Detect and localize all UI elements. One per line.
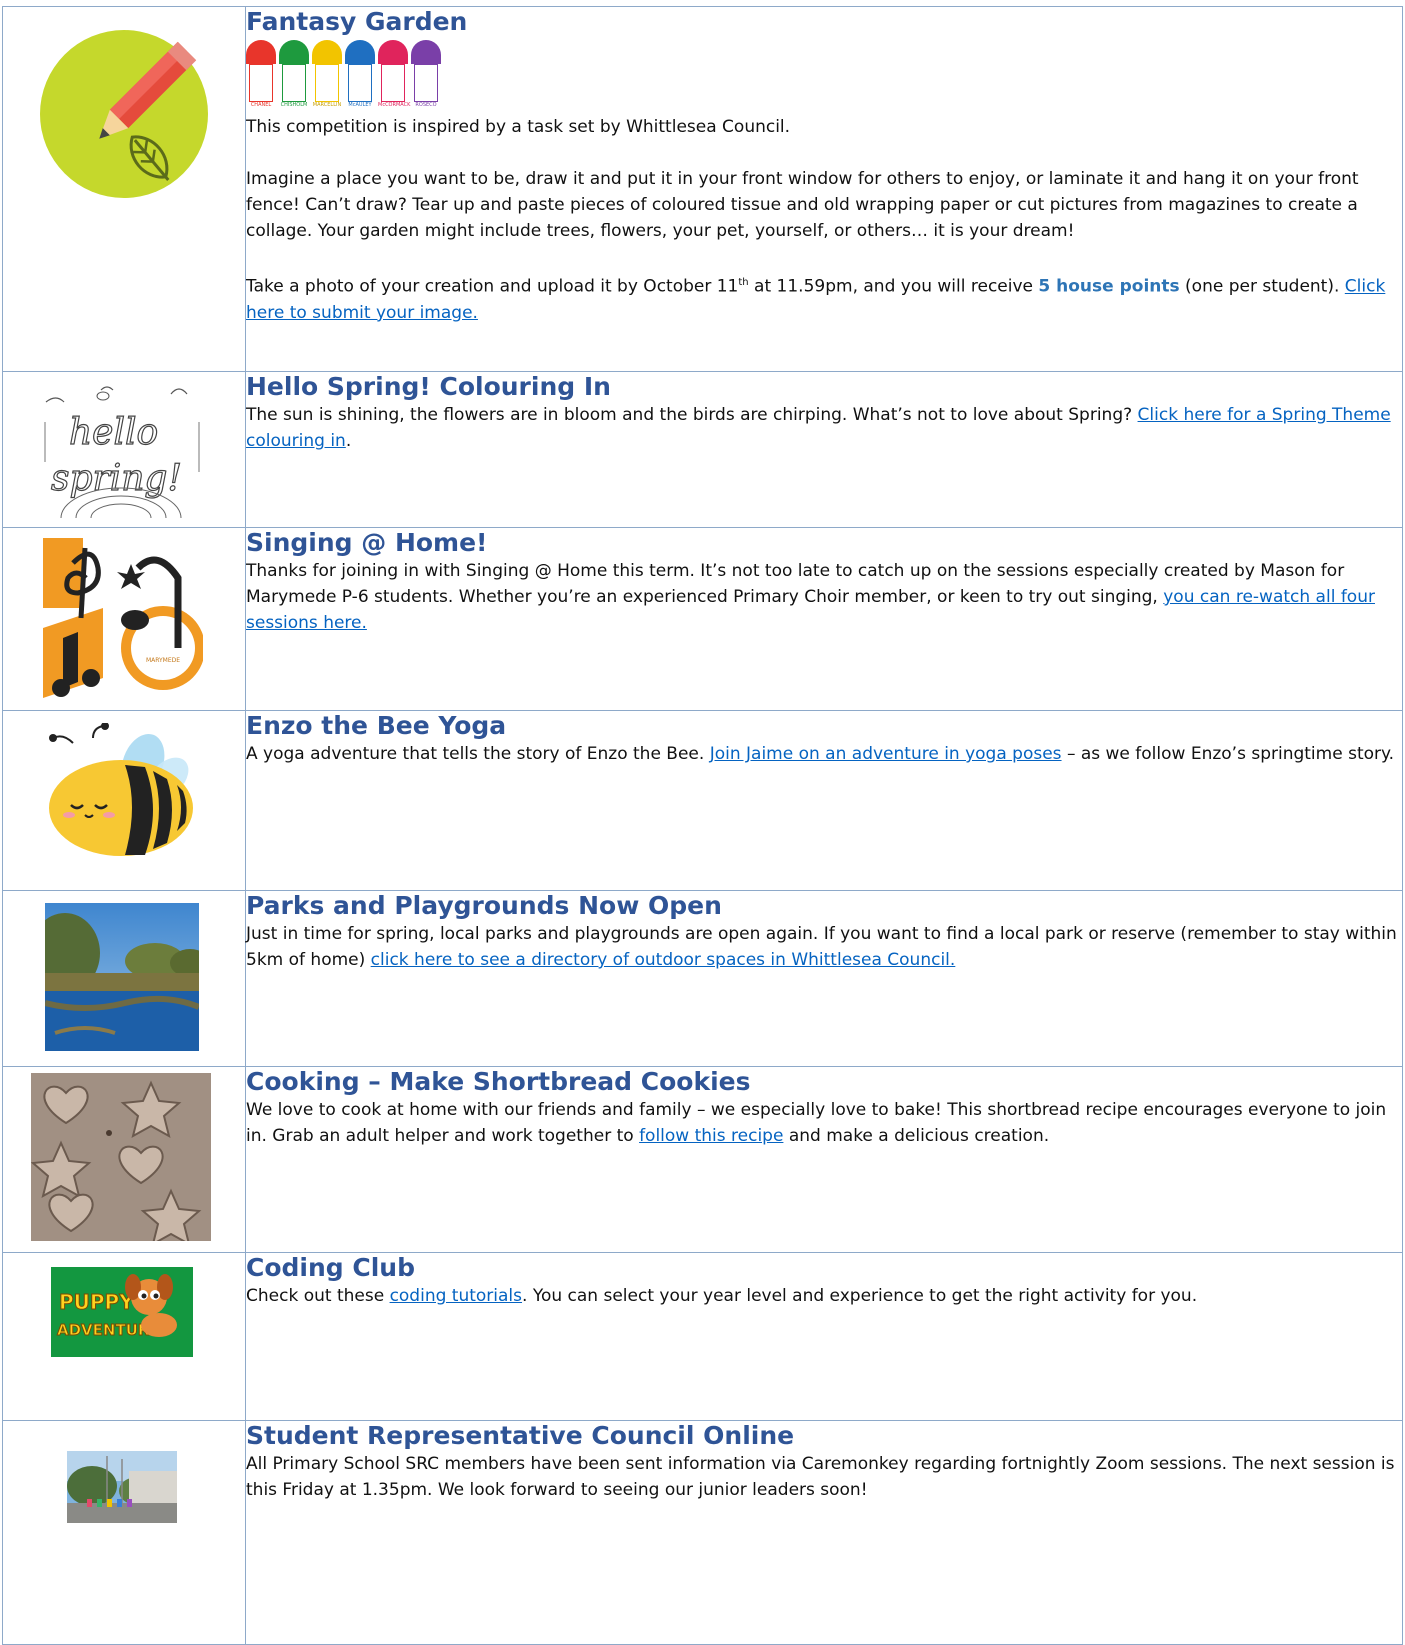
house-name: CHISHOLM	[280, 102, 308, 108]
paragraph: The sun is shining, the flowers are in b…	[246, 402, 1402, 454]
paragraph: Take a photo of your creation and upload…	[246, 270, 1402, 326]
image-cell	[2, 6, 246, 372]
activity-row-bee-yoga: Enzo the Bee Yoga A yoga adventure that …	[2, 710, 1403, 891]
activity-title: Coding Club	[246, 1253, 415, 1282]
music-notes-image: MARYMEDE	[43, 538, 203, 702]
cookies-photo	[31, 1073, 211, 1241]
text-span: Take a photo of your creation and upload…	[246, 276, 739, 297]
activity-row-src: Student Representative Council Online Al…	[2, 1420, 1403, 1645]
activity-title: Singing @ Home!	[246, 528, 488, 557]
house-name: McAULEY	[348, 102, 372, 108]
text-span: and make a delicious creation.	[783, 1126, 1050, 1146]
house-crest: CHANEL	[246, 40, 276, 112]
paragraph: All Primary School SRC members have been…	[246, 1454, 1395, 1500]
text-cell: Student Representative Council Online Al…	[245, 1420, 1403, 1645]
superscript: th	[738, 277, 749, 288]
activity-row-coding: PUPPY ADVENTURE Coding Club Check out th…	[2, 1252, 1403, 1421]
house-crest: McAULEY	[345, 40, 375, 112]
house-name: CHANEL	[250, 102, 272, 108]
text-span: – as we follow Enzo’s springtime story.	[1061, 744, 1395, 764]
house-points-bold: 5 house points	[1038, 276, 1180, 297]
activity-title: Fantasy Garden	[246, 7, 468, 36]
paragraph: Imagine a place you want to be, draw it …	[246, 169, 1359, 241]
pencil-leaf-icon	[40, 30, 208, 198]
text-cell: Enzo the Bee Yoga A yoga adventure that …	[245, 710, 1403, 891]
coding-tutorials-link[interactable]: coding tutorials	[390, 1286, 522, 1306]
image-cell: PUPPY ADVENTURE	[2, 1252, 246, 1421]
image-text: MARYMEDE	[146, 657, 180, 664]
text-cell: Coding Club Check out these coding tutor…	[245, 1252, 1403, 1421]
house-name: ROSECO	[415, 102, 437, 108]
paragraph: A yoga adventure that tells the story of…	[246, 741, 1402, 767]
text-cell: Cooking – Make Shortbread Cookies We lov…	[245, 1066, 1403, 1253]
text-cell: Singing @ Home! Thanks for joining in wi…	[245, 527, 1403, 711]
hello-spring-colouring-image: hello spring!	[41, 382, 203, 518]
house-crest: MARCELLIN	[312, 40, 342, 112]
text-span: .	[345, 431, 352, 451]
activity-title: Parks and Playgrounds Now Open	[246, 891, 722, 920]
house-crest: CHISHOLM	[279, 40, 309, 112]
text-cell: Parks and Playgrounds Now Open Just in t…	[245, 890, 1403, 1067]
activity-row-singing: MARYMEDE Singing @ Home! Thanks for join…	[2, 527, 1403, 711]
image-text: spring!	[51, 458, 182, 499]
yoga-poses-link[interactable]: Join Jaime on an adventure in yoga poses	[710, 744, 1062, 764]
image-cell	[2, 890, 246, 1067]
paragraph: This competition is inspired by a task s…	[246, 117, 791, 137]
text-span: (one per student).	[1179, 276, 1345, 297]
school-photo	[67, 1451, 177, 1523]
house-name: McCORMACK	[378, 102, 411, 108]
text-span: . You can select your year level and exp…	[522, 1286, 1198, 1306]
image-cell: MARYMEDE	[2, 527, 246, 711]
activities-table: Fantasy Garden CHANEL CHISHOLM MARCELLIN…	[2, 6, 1403, 1645]
outdoor-spaces-link[interactable]: click here to see a directory of outdoor…	[371, 950, 956, 970]
text-span: Check out these	[246, 1286, 390, 1306]
activity-title: Hello Spring! Colouring In	[246, 372, 611, 401]
text-span: A yoga adventure that tells the story of…	[246, 744, 710, 764]
activity-row-parks: Parks and Playgrounds Now Open Just in t…	[2, 890, 1403, 1067]
text-span: The sun is shining, the flowers are in b…	[246, 405, 1138, 425]
paragraph: Thanks for joining in with Singing @ Hom…	[246, 558, 1402, 636]
park-photo	[45, 903, 199, 1051]
activity-title: Cooking – Make Shortbread Cookies	[246, 1067, 751, 1096]
activity-title: Student Representative Council Online	[246, 1421, 795, 1450]
bee-image	[43, 723, 203, 863]
image-cell	[2, 710, 246, 891]
house-crest: ROSECO	[411, 40, 441, 112]
text-span: at 11.59pm, and you will receive	[748, 276, 1039, 297]
activity-row-fantasy-garden: Fantasy Garden CHANEL CHISHOLM MARCELLIN…	[2, 6, 1403, 372]
house-name: MARCELLIN	[312, 102, 342, 108]
paragraph: Just in time for spring, local parks and…	[246, 921, 1402, 973]
paragraph: Check out these coding tutorials. You ca…	[246, 1283, 1402, 1309]
image-cell: hello spring!	[2, 371, 246, 528]
puppy-adventure-image: PUPPY ADVENTURE	[51, 1267, 193, 1357]
house-crest: McCORMACK	[378, 40, 411, 112]
image-cell	[2, 1420, 246, 1645]
paragraph: We love to cook at home with our friends…	[246, 1097, 1402, 1149]
text-cell: Fantasy Garden CHANEL CHISHOLM MARCELLIN…	[245, 6, 1403, 372]
image-cell	[2, 1066, 246, 1253]
activity-row-cooking: Cooking – Make Shortbread Cookies We lov…	[2, 1066, 1403, 1253]
image-text: PUPPY	[59, 1290, 134, 1314]
image-text: hello	[69, 412, 158, 453]
activity-row-hello-spring: hello spring! Hello Spring! Colouring In…	[2, 371, 1403, 528]
recipe-link[interactable]: follow this recipe	[639, 1126, 783, 1146]
text-cell: Hello Spring! Colouring In The sun is sh…	[245, 371, 1403, 528]
house-crests: CHANEL CHISHOLM MARCELLIN McAULEY McCORM…	[246, 40, 1402, 112]
activity-title: Enzo the Bee Yoga	[246, 711, 507, 740]
